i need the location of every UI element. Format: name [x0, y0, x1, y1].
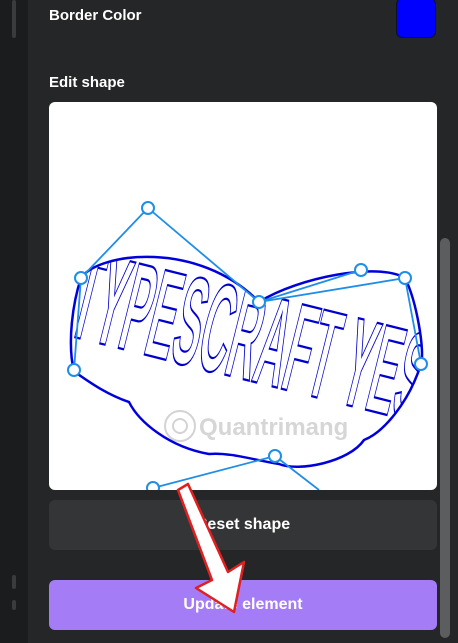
control-point-handle[interactable]	[268, 449, 282, 463]
left-toolbar-strip	[0, 0, 28, 643]
edit-shape-label: Edit shape	[49, 74, 125, 91]
panel-scrollbar[interactable]	[440, 238, 450, 638]
control-point-handle[interactable]	[398, 271, 412, 285]
shape-editor-canvas[interactable]: Quantrimang TYPESCRAFT YES	[49, 102, 437, 490]
control-point-handle[interactable]	[414, 357, 428, 371]
toolbar-divider	[12, 0, 16, 38]
control-point-handle[interactable]	[146, 481, 160, 490]
update-element-button[interactable]: Update element	[49, 580, 437, 630]
reset-shape-button[interactable]: Reset shape	[49, 500, 437, 550]
border-color-swatch[interactable]	[396, 0, 436, 38]
control-point-handle[interactable]	[354, 263, 368, 277]
toolbar-divider	[12, 575, 16, 589]
control-point-handle[interactable]	[141, 201, 155, 215]
control-point-handle[interactable]	[74, 271, 88, 285]
shape-editor-svg[interactable]: Quantrimang TYPESCRAFT YES	[49, 102, 437, 490]
control-point-handle[interactable]	[252, 295, 266, 309]
control-point-handle[interactable]	[67, 363, 81, 377]
toolbar-divider	[12, 600, 16, 610]
border-color-label: Border Color	[49, 7, 142, 24]
